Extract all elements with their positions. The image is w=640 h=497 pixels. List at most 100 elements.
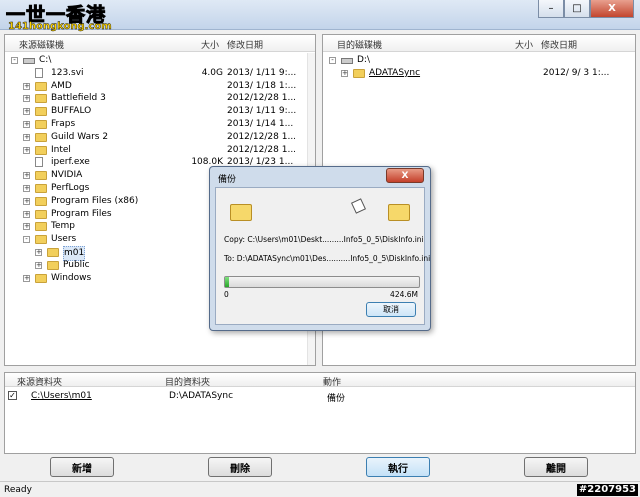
expand-icon[interactable]: + bbox=[23, 172, 30, 180]
job-checkbox[interactable]: ✓ bbox=[8, 391, 17, 400]
item-name: 123.svi bbox=[51, 67, 84, 78]
delete-button[interactable]: 刪除 bbox=[208, 457, 272, 477]
item-date: 2013/ 1/11 9:... bbox=[227, 67, 297, 78]
tree-item[interactable]: + BUFFALO 2013/ 1/11 9:... bbox=[5, 105, 315, 118]
job-source[interactable]: C:\Users\m01 bbox=[31, 391, 92, 401]
item-date: 2012/ 9/ 3 1:... bbox=[543, 67, 610, 78]
header-modified[interactable]: 修改日期 bbox=[227, 38, 263, 51]
add-button[interactable]: 新增 bbox=[50, 457, 114, 477]
copy-source-path: Copy: C:\Users\m01\Deskt.........Info5_0… bbox=[224, 235, 424, 244]
file-icon bbox=[35, 157, 43, 168]
item-name: Battlefield 3 bbox=[51, 93, 106, 104]
progress-max-label: 424.6M bbox=[390, 290, 418, 299]
header-destination-drive[interactable]: 目的磁碟機 bbox=[337, 38, 382, 51]
item-name: C:\ bbox=[39, 55, 52, 65]
tree-item[interactable]: + Battlefield 3 2012/12/28 1... bbox=[5, 92, 315, 105]
progress-min-label: 0 bbox=[224, 290, 229, 299]
collapse-icon[interactable]: - bbox=[23, 236, 30, 244]
header-source-folder[interactable]: 來源資料夾 bbox=[17, 375, 62, 388]
folder-icon bbox=[35, 94, 47, 104]
expand-icon[interactable]: + bbox=[23, 108, 30, 116]
item-name: NVIDIA bbox=[51, 170, 83, 181]
folder-icon bbox=[47, 260, 59, 270]
expand-icon[interactable]: + bbox=[341, 69, 348, 77]
folder-icon bbox=[35, 273, 47, 283]
collapse-icon[interactable]: - bbox=[329, 57, 336, 64]
header-size[interactable]: 大小 bbox=[515, 38, 533, 51]
tree-item[interactable]: - C:\ bbox=[5, 54, 315, 67]
watermark-id: #2207953 bbox=[576, 484, 638, 496]
site-logo: 一世一香港 141hongkong.com bbox=[2, 0, 132, 33]
expand-icon[interactable]: + bbox=[23, 274, 30, 282]
window-controls: – □ X bbox=[538, 0, 634, 20]
tree-item[interactable]: + ADATASync 2012/ 9/ 3 1:... bbox=[323, 67, 635, 80]
expand-icon[interactable]: + bbox=[35, 248, 42, 256]
item-name: PerfLogs bbox=[51, 182, 90, 193]
destination-folder-icon bbox=[388, 204, 410, 221]
folder-icon bbox=[35, 209, 47, 219]
header-source-drive[interactable]: 來源磁碟機 bbox=[19, 38, 64, 51]
expand-icon[interactable]: + bbox=[23, 95, 30, 103]
source-column-header: 來源磁碟機 大小 修改日期 bbox=[5, 35, 315, 52]
maximize-button[interactable]: □ bbox=[564, 0, 590, 18]
tree-item[interactable]: + Fraps 2013/ 1/14 1... bbox=[5, 118, 315, 131]
expand-icon[interactable]: + bbox=[23, 82, 30, 90]
folder-icon bbox=[47, 247, 59, 257]
backup-dialog: 備份 X Copy: C:\Users\m01\Deskt.........In… bbox=[209, 166, 431, 331]
folder-icon bbox=[35, 132, 47, 142]
destination-tree: - D:\ + ADATASync 2012/ 9/ 3 1:... bbox=[323, 54, 635, 80]
header-modified[interactable]: 修改日期 bbox=[541, 38, 577, 51]
header-action[interactable]: 動作 bbox=[323, 375, 341, 388]
cancel-button[interactable]: 取消 bbox=[366, 302, 416, 317]
close-button[interactable]: X bbox=[590, 0, 634, 18]
header-destination-folder[interactable]: 目的資料夾 bbox=[165, 375, 210, 388]
exit-button[interactable]: 離開 bbox=[524, 457, 588, 477]
copy-destination-path: To: D:\ADATASync\m01\Des..........Info5_… bbox=[224, 254, 431, 263]
item-date: 2013/ 1/14 1... bbox=[227, 118, 294, 129]
folder-icon bbox=[35, 235, 47, 245]
tree-item[interactable]: 123.svi 4.0G 2013/ 1/11 9:... bbox=[5, 67, 315, 80]
item-date: 2012/12/28 1... bbox=[227, 144, 297, 155]
item-name: Temp bbox=[51, 221, 75, 232]
expand-icon[interactable]: + bbox=[23, 146, 30, 154]
folder-icon bbox=[35, 171, 47, 181]
expand-icon[interactable]: + bbox=[23, 184, 30, 192]
tree-item[interactable]: - D:\ bbox=[323, 54, 635, 67]
item-date: 2013/ 1/11 9:... bbox=[227, 106, 297, 117]
drive-icon bbox=[23, 58, 35, 64]
job-list[interactable]: 來源資料夾 目的資料夾 動作 ✓ C:\Users\m01 D:\ADATASy… bbox=[4, 372, 636, 454]
tree-item[interactable]: + Guild Wars 2 2012/12/28 1... bbox=[5, 131, 315, 144]
expand-icon[interactable]: + bbox=[23, 197, 30, 205]
item-name: Users bbox=[51, 234, 77, 245]
status-bar: Ready #2207953 bbox=[0, 481, 640, 497]
item-date: 2013/ 1/18 1:... bbox=[227, 80, 297, 91]
header-size[interactable]: 大小 bbox=[201, 38, 219, 51]
destination-column-header: 目的磁碟機 大小 修改日期 bbox=[323, 35, 635, 52]
job-list-header: 來源資料夾 目的資料夾 動作 bbox=[5, 373, 635, 388]
job-destination: D:\ADATASync bbox=[169, 391, 234, 401]
folder-icon bbox=[35, 107, 47, 117]
expand-icon[interactable]: + bbox=[23, 223, 30, 231]
item-date: 2012/12/28 1... bbox=[227, 93, 297, 104]
minimize-button[interactable]: – bbox=[538, 0, 564, 18]
folder-icon bbox=[35, 196, 47, 206]
flying-file-icon bbox=[350, 198, 367, 214]
collapse-icon[interactable]: - bbox=[11, 57, 18, 64]
expand-icon[interactable]: + bbox=[35, 261, 42, 269]
tree-item[interactable]: + Intel 2012/12/28 1... bbox=[5, 144, 315, 157]
folder-icon bbox=[35, 119, 47, 129]
item-size: 4.0G bbox=[201, 67, 223, 78]
title-bar: 一世一香港 141hongkong.com – □ X bbox=[0, 0, 640, 33]
dialog-close-button[interactable]: X bbox=[386, 168, 424, 183]
job-row[interactable]: ✓ C:\Users\m01 D:\ADATASync 備份 bbox=[5, 389, 635, 404]
tree-item[interactable]: + AMD 2013/ 1/18 1:... bbox=[5, 80, 315, 93]
item-name: ADATASync bbox=[369, 67, 421, 78]
expand-icon[interactable]: + bbox=[23, 120, 30, 128]
run-button[interactable]: 執行 bbox=[366, 457, 430, 477]
expand-icon[interactable]: + bbox=[23, 210, 30, 218]
folder-icon bbox=[35, 222, 47, 232]
item-name: Windows bbox=[51, 272, 92, 283]
item-name: Program Files (x86) bbox=[51, 195, 139, 206]
expand-icon[interactable]: + bbox=[23, 133, 30, 141]
folder-icon bbox=[353, 68, 365, 78]
